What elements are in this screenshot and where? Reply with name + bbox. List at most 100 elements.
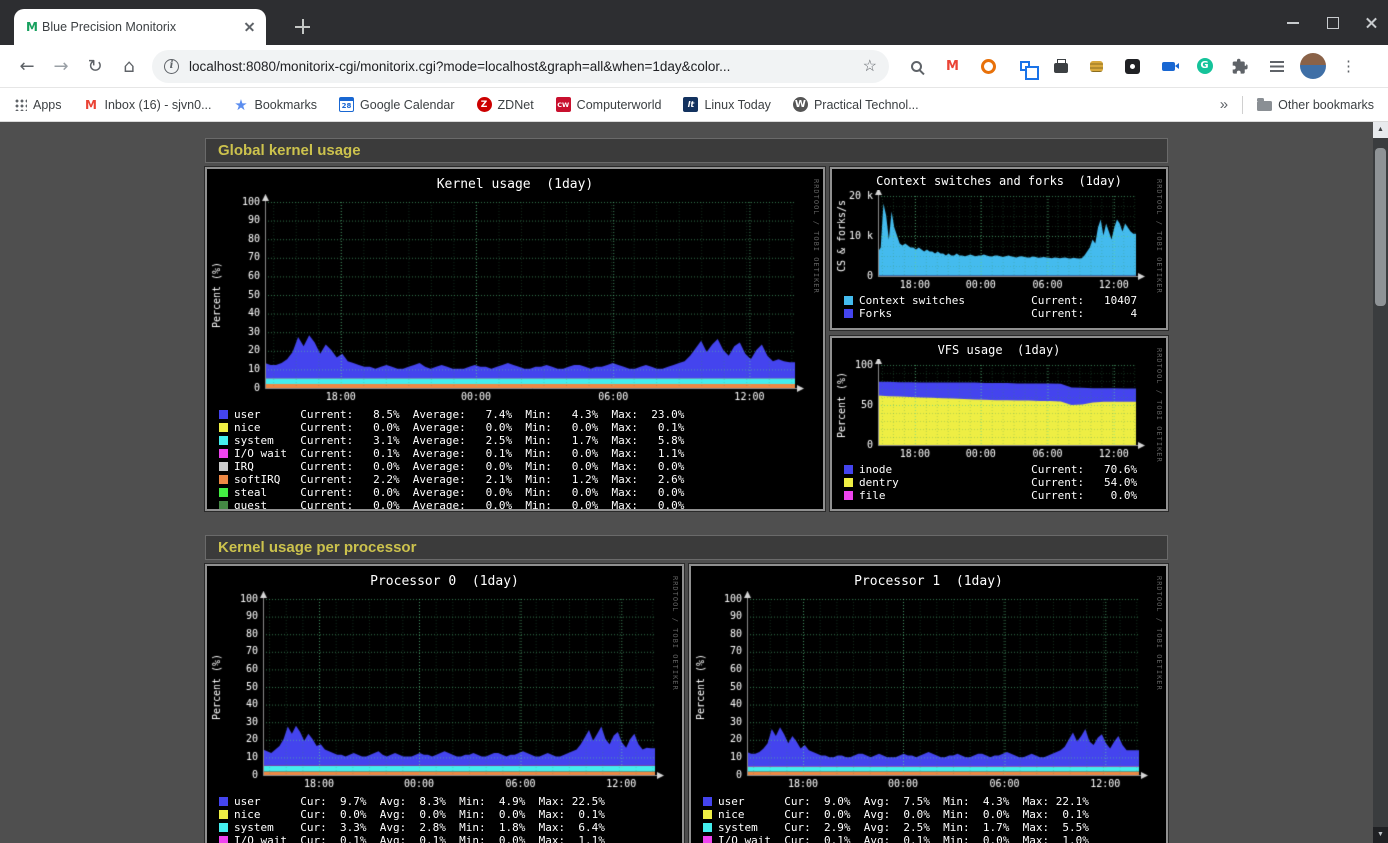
reload-button[interactable]: ↻ <box>78 56 112 77</box>
processor-1-panel: Processor 1 (1day) RRDTOOL / TOBI OETIKE… <box>689 564 1168 843</box>
legend-row: steal Current: 0.0% Average: 0.0% Min: 0… <box>219 486 823 499</box>
legend-row: nice Cur: 0.0% Avg: 0.0% Min: 0.0% Max: … <box>219 808 682 821</box>
copy-pages-icon[interactable] <box>1011 53 1038 80</box>
browser-window: M Blue Precision Monitorix ← → ↻ ⌂ i loc… <box>0 0 1388 843</box>
vfs-usage-legend: inode Current: 70.6%dentry Current: 54.0… <box>832 463 1166 502</box>
legend-swatch <box>844 309 853 318</box>
window-minimize-button[interactable] <box>1287 16 1300 29</box>
camera-icon[interactable] <box>1155 53 1182 80</box>
legend-swatch <box>844 491 853 500</box>
context-switches-legend: Context switches Current: 10407Forks Cur… <box>832 294 1166 320</box>
extensions-puzzle-icon[interactable] <box>1227 53 1254 80</box>
legend-swatch <box>219 462 228 471</box>
context-switches-chart <box>832 190 1158 290</box>
rrdtool-watermark: RRDTOOL / TOBI OETIKER <box>1155 576 1163 691</box>
forward-button[interactable]: → <box>44 56 78 77</box>
chart-title: VFS usage (1day) <box>832 338 1166 357</box>
legend-swatch <box>219 436 228 445</box>
star-bookmark-icon: ★ <box>234 97 249 112</box>
profile-avatar[interactable] <box>1299 53 1326 80</box>
bookmark-google-calendar[interactable]: 28Google Calendar <box>339 97 455 112</box>
briefcase-icon[interactable] <box>1047 53 1074 80</box>
vfs-usage-chart <box>832 359 1158 459</box>
calendar-icon: 28 <box>339 97 354 112</box>
legend-swatch <box>219 797 228 806</box>
legend-row: user Current: 8.5% Average: 7.4% Min: 4.… <box>219 408 823 421</box>
bookmarks-overflow-chevron[interactable]: » <box>1220 96 1228 113</box>
gmail-icon[interactable]: M <box>939 53 966 80</box>
chart-title: Processor 0 (1day) <box>207 566 682 589</box>
back-button[interactable]: ← <box>10 56 44 77</box>
address-bar[interactable]: i localhost:8080/monitorix-cgi/monitorix… <box>152 50 889 83</box>
zdnet-icon: Z <box>477 97 492 112</box>
bookmark-bookmarks[interactable]: ★Bookmarks <box>234 97 318 112</box>
legend-row: inode Current: 70.6% <box>844 463 1166 476</box>
grammarly-icon[interactable]: G <box>1191 53 1218 80</box>
site-info-icon[interactable]: i <box>164 59 179 74</box>
processor-0-legend: user Cur: 9.7% Avg: 8.3% Min: 4.9% Max: … <box>207 795 682 843</box>
tab-strip: M Blue Precision Monitorix <box>0 0 1388 45</box>
linux-today-icon: lt <box>683 97 698 112</box>
bookmarks-bar: Apps MInbox (16) - sjvn0... ★Bookmarks 2… <box>0 88 1388 122</box>
bookmark-inbox[interactable]: MInbox (16) - sjvn0... <box>84 97 212 112</box>
window-maximize-button[interactable] <box>1326 16 1339 29</box>
legend-swatch <box>703 810 712 819</box>
scrollbar-thumb[interactable] <box>1375 148 1386 306</box>
processor-1-legend: user Cur: 9.0% Avg: 7.5% Min: 4.3% Max: … <box>691 795 1166 843</box>
legend-swatch <box>219 823 228 832</box>
home-button[interactable]: ⌂ <box>112 56 146 77</box>
circle-ext-icon[interactable] <box>975 53 1002 80</box>
legend-swatch <box>219 810 228 819</box>
legend-row: system Current: 3.1% Average: 2.5% Min: … <box>219 434 823 447</box>
legend-row: Context switches Current: 10407 <box>844 294 1166 307</box>
page-scrollbar[interactable]: ▲ ▼ <box>1373 122 1388 843</box>
keeper-icon[interactable] <box>1119 53 1146 80</box>
kernel-usage-panel: Kernel usage (1day) RRDTOOL / TOBI OETIK… <box>205 167 825 511</box>
legend-swatch <box>703 823 712 832</box>
window-close-button[interactable] <box>1365 16 1378 29</box>
url-text: localhost:8080/monitorix-cgi/monitorix.c… <box>189 59 855 74</box>
legend-swatch <box>219 488 228 497</box>
extension-icons-row: M G ⋮ <box>903 53 1362 80</box>
legend-swatch <box>219 475 228 484</box>
legend-swatch <box>703 797 712 806</box>
new-tab-button[interactable] <box>292 16 314 38</box>
bookmark-apps[interactable]: Apps <box>14 98 62 112</box>
kernel-usage-chart <box>207 194 821 404</box>
other-bookmarks-button[interactable]: Other bookmarks <box>1257 98 1374 112</box>
processor-0-chart <box>207 591 677 791</box>
rrdtool-watermark: RRDTOOL / TOBI OETIKER <box>812 179 820 294</box>
processor-1-chart <box>691 591 1161 791</box>
scroll-down-button[interactable]: ▼ <box>1373 827 1388 843</box>
legend-row: user Cur: 9.0% Avg: 7.5% Min: 4.3% Max: … <box>703 795 1166 808</box>
stack-icon[interactable] <box>1083 53 1110 80</box>
computerworld-icon: CW <box>556 97 571 112</box>
legend-row: dentry Current: 54.0% <box>844 476 1166 489</box>
tab-close-icon[interactable] <box>242 19 258 35</box>
legend-row: user Cur: 9.7% Avg: 8.3% Min: 4.9% Max: … <box>219 795 682 808</box>
chart-title: Kernel usage (1day) <box>207 169 823 192</box>
folder-icon <box>1257 101 1272 111</box>
chart-title: Processor 1 (1day) <box>691 566 1166 589</box>
bookmark-computerworld[interactable]: CWComputerworld <box>556 97 662 112</box>
wordpress-icon: W <box>793 97 808 112</box>
legend-row: I/O wait Cur: 0.1% Avg: 0.1% Min: 0.0% M… <box>219 834 682 843</box>
search-icon[interactable] <box>903 53 930 80</box>
context-switches-panel: Context switches and forks (1day) RRDTOO… <box>830 167 1168 330</box>
menu-kebab-icon[interactable]: ⋮ <box>1335 53 1362 80</box>
browser-tab[interactable]: M Blue Precision Monitorix <box>14 9 266 45</box>
bookmark-star-icon[interactable]: ☆ <box>863 56 877 76</box>
bookmark-practical-technology[interactable]: WPractical Technol... <box>793 97 919 112</box>
scroll-up-button[interactable]: ▲ <box>1373 122 1388 138</box>
browser-toolbar: ← → ↻ ⌂ i localhost:8080/monitorix-cgi/m… <box>0 45 1388 88</box>
legend-row: file Current: 0.0% <box>844 489 1166 502</box>
playlist-icon[interactable] <box>1263 53 1290 80</box>
legend-swatch <box>219 423 228 432</box>
bookmark-linux-today[interactable]: ltLinux Today <box>683 97 771 112</box>
legend-swatch <box>219 410 228 419</box>
section-header-global-kernel: Global kernel usage <box>205 138 1168 163</box>
bookmark-zdnet[interactable]: ZZDNet <box>477 97 534 112</box>
kernel-usage-legend: user Current: 8.5% Average: 7.4% Min: 4.… <box>207 408 823 511</box>
legend-row: Forks Current: 4 <box>844 307 1166 320</box>
rrdtool-watermark: RRDTOOL / TOBI OETIKER <box>1155 348 1163 463</box>
